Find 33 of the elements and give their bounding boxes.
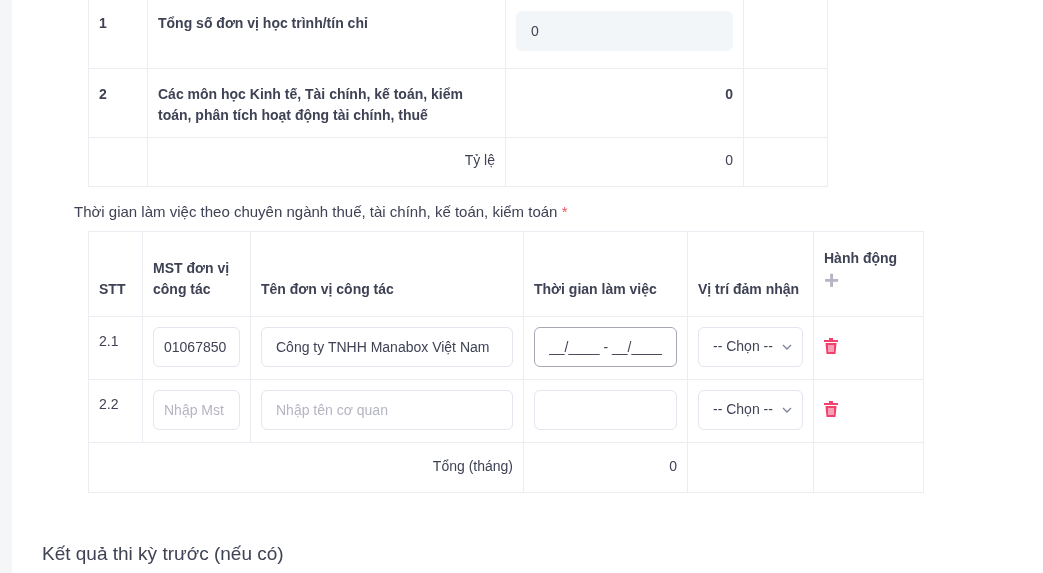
row-label: Tổng số đơn vị học trình/tín chỉ — [158, 15, 368, 31]
column-header: Vị trí đảm nhận — [698, 280, 800, 297]
trash-icon[interactable] — [824, 337, 838, 354]
column-header: STT — [99, 280, 126, 297]
ratio-value: 0 — [725, 152, 733, 168]
column-header: Hành động — [824, 248, 899, 268]
section-heading: Kết quả thi kỳ trước (nếu có) — [42, 542, 1043, 573]
row-label: Các môn học Kinh tế, Tài chính, kế toán, kiểm toán, phân tích hoạt động tài chính, thuế — [158, 86, 463, 123]
tax-code-input[interactable]: Nhập Mst — [153, 389, 240, 430]
unit-name-input[interactable]: Công ty TNHH Manabox Việt Nam — [261, 326, 513, 367]
total-label: Tổng (tháng) — [432, 457, 513, 474]
total-value: 0 — [669, 457, 677, 474]
row-number: 2.1 — [99, 332, 119, 349]
section-label: Thời gian làm việc theo chuyên ngành thuế, tài chính, kế toán, kiểm toán — [74, 203, 558, 220]
row-value: 0 — [725, 86, 733, 102]
work-time-input[interactable] — [534, 389, 677, 430]
row-number: 2.2 — [99, 395, 119, 412]
required-mark: * — [561, 203, 568, 220]
work-time-input[interactable]: __/____ - __/____ — [534, 326, 677, 367]
position-select[interactable]: -- Chọn -- — [698, 389, 803, 430]
chevron-down-icon — [782, 343, 792, 350]
column-header: Thời gian làm việc — [534, 280, 657, 297]
trash-icon[interactable] — [824, 400, 838, 417]
row-number: 1 — [99, 15, 107, 31]
chevron-down-icon — [782, 406, 792, 413]
column-header: MST đơn vị công tác — [153, 259, 230, 297]
tax-code-input[interactable]: 01067850 — [153, 326, 240, 367]
ratio-label: Tỷ lệ — [464, 152, 495, 168]
row-number: 2 — [99, 86, 107, 102]
credit-input[interactable]: 0 — [516, 11, 733, 51]
position-select[interactable]: -- Chọn -- — [698, 326, 803, 367]
unit-name-input[interactable]: Nhập tên cơ quan — [261, 389, 513, 430]
column-header: Tên đơn vị công tác — [261, 280, 394, 297]
